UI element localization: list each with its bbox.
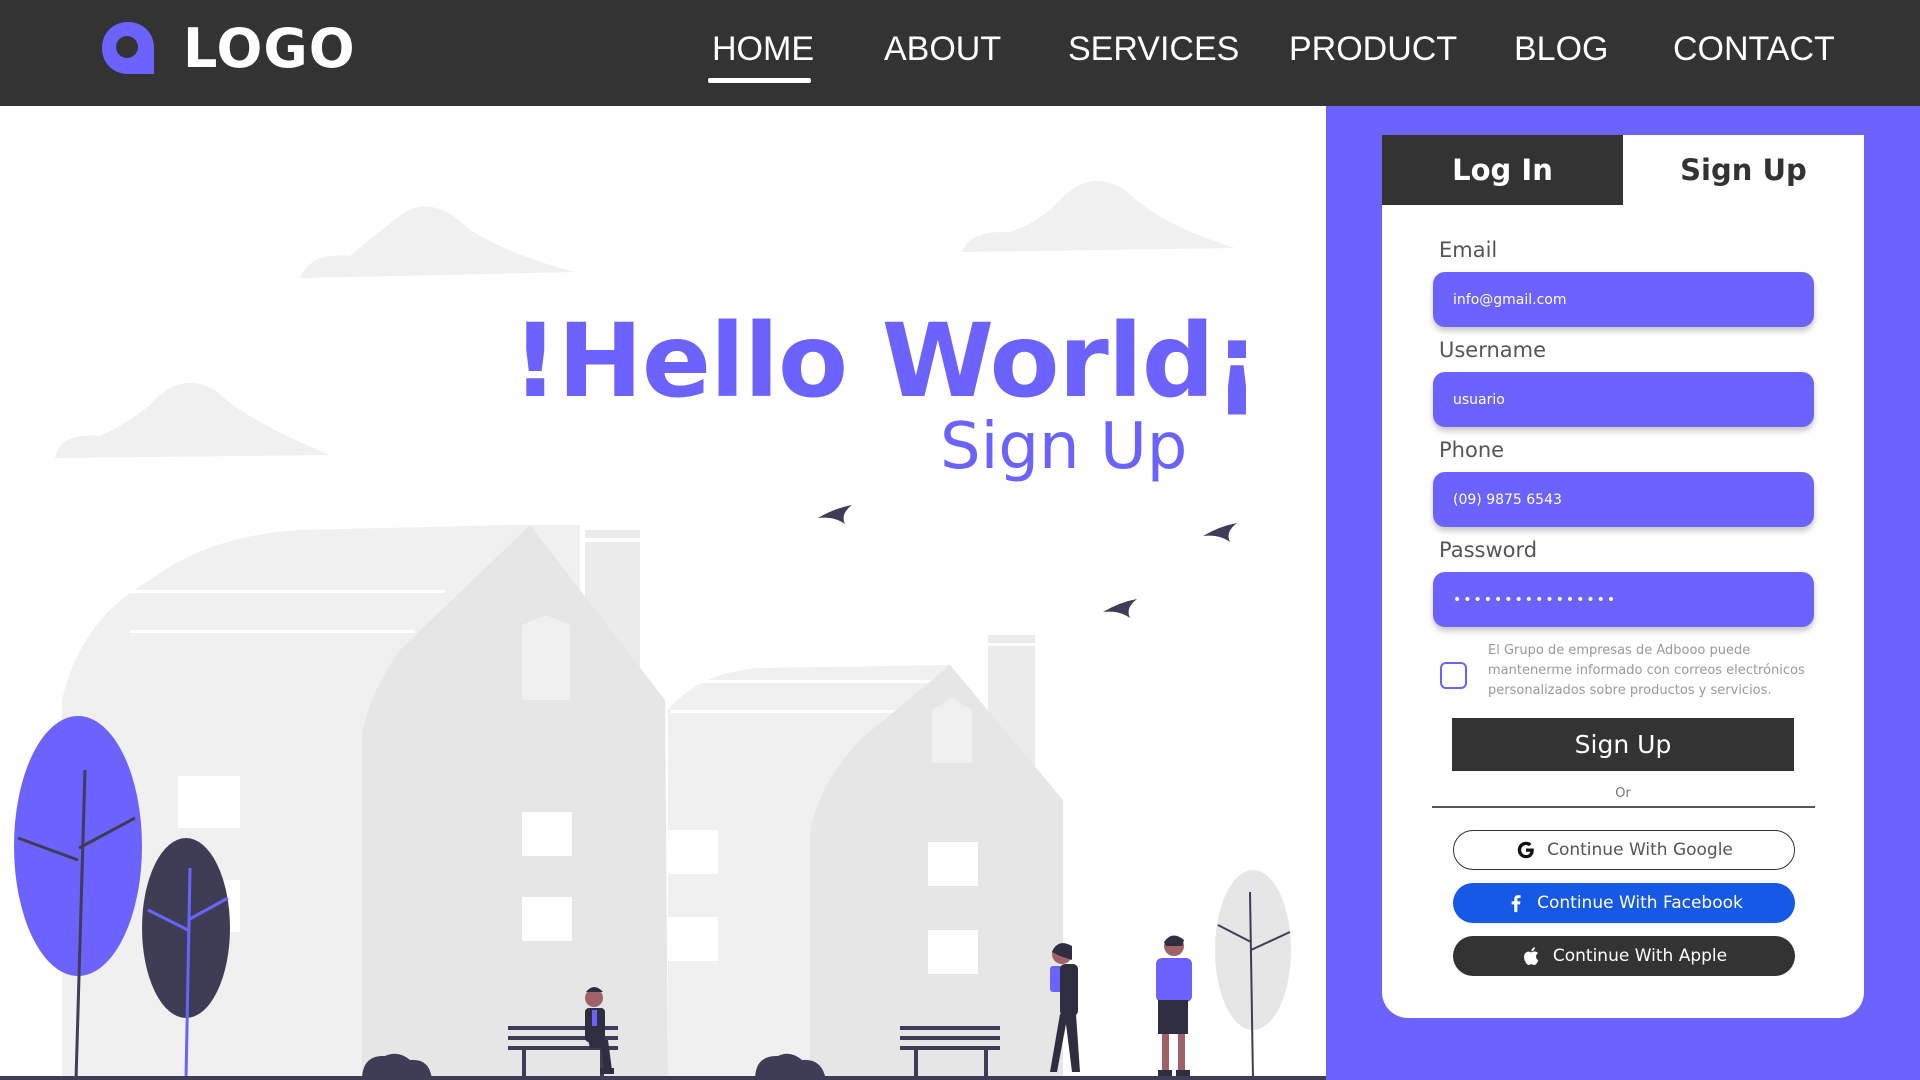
tree-purple bbox=[14, 716, 142, 976]
google-icon bbox=[1515, 839, 1537, 861]
cloud-3 bbox=[55, 382, 330, 458]
apple-button-label: Continue With Apple bbox=[1552, 946, 1728, 966]
logo-icon bbox=[102, 22, 154, 74]
hero-illustration bbox=[0, 181, 1326, 1080]
nav-services[interactable]: SERVICES bbox=[1068, 30, 1239, 69]
divider-line bbox=[1432, 806, 1815, 808]
divider-or-text: Or bbox=[1615, 786, 1631, 801]
username-field[interactable] bbox=[1433, 372, 1814, 427]
active-nav-indicator bbox=[708, 78, 811, 83]
hero-subtitle: Sign Up bbox=[940, 410, 1188, 484]
nav-about[interactable]: ABOUT bbox=[884, 30, 1001, 69]
bird-2 bbox=[1203, 523, 1237, 542]
nav-product[interactable]: PRODUCT bbox=[1289, 30, 1457, 69]
nav-contact[interactable]: CONTACT bbox=[1673, 30, 1835, 69]
logo[interactable]: LOGO bbox=[99, 16, 356, 80]
google-button-label: Continue With Google bbox=[1547, 840, 1733, 860]
bird-3 bbox=[1103, 599, 1137, 618]
nav-home[interactable]: HOME bbox=[712, 30, 814, 69]
top-navbar: LOGO HOME ABOUT SERVICES PRODUCT BLOG CO… bbox=[0, 0, 1920, 106]
logo-text: LOGO bbox=[183, 16, 356, 80]
password-field[interactable] bbox=[1433, 572, 1814, 627]
phone-label: Phone bbox=[1439, 438, 1505, 462]
phone-field[interactable] bbox=[1433, 472, 1814, 527]
tab-signup[interactable]: Sign Up bbox=[1623, 135, 1864, 205]
consent-text: El Grupo de empresas de Adbooo puede man… bbox=[1488, 643, 1805, 698]
consent-checkbox[interactable] bbox=[1440, 662, 1467, 689]
apple-icon bbox=[1521, 945, 1543, 967]
signup-submit-button[interactable]: Sign Up bbox=[1452, 718, 1794, 771]
tab-login[interactable]: Log In bbox=[1382, 135, 1623, 205]
continue-with-google-button[interactable]: Continue With Google bbox=[1453, 830, 1795, 870]
auth-tabs: Log In Sign Up bbox=[1382, 135, 1864, 205]
ground-line bbox=[0, 1076, 1326, 1080]
facebook-icon bbox=[1505, 892, 1527, 914]
bird-1 bbox=[818, 505, 852, 524]
cloud-1 bbox=[300, 206, 575, 278]
continue-with-apple-button[interactable]: Continue With Apple bbox=[1453, 936, 1795, 976]
email-field[interactable] bbox=[1433, 272, 1814, 327]
nav-blog[interactable]: BLOG bbox=[1514, 30, 1608, 69]
email-label: Email bbox=[1439, 238, 1498, 262]
cloud-2 bbox=[962, 181, 1235, 252]
continue-with-facebook-button[interactable]: Continue With Facebook bbox=[1453, 883, 1795, 923]
hero-title: !Hello World¡ bbox=[512, 302, 1260, 421]
person-man bbox=[1156, 935, 1192, 1076]
facebook-button-label: Continue With Facebook bbox=[1537, 893, 1743, 913]
auth-card: Log In Sign Up Email Username Phone Pass… bbox=[1382, 135, 1864, 1018]
username-label: Username bbox=[1439, 338, 1547, 362]
password-label: Password bbox=[1439, 538, 1538, 562]
